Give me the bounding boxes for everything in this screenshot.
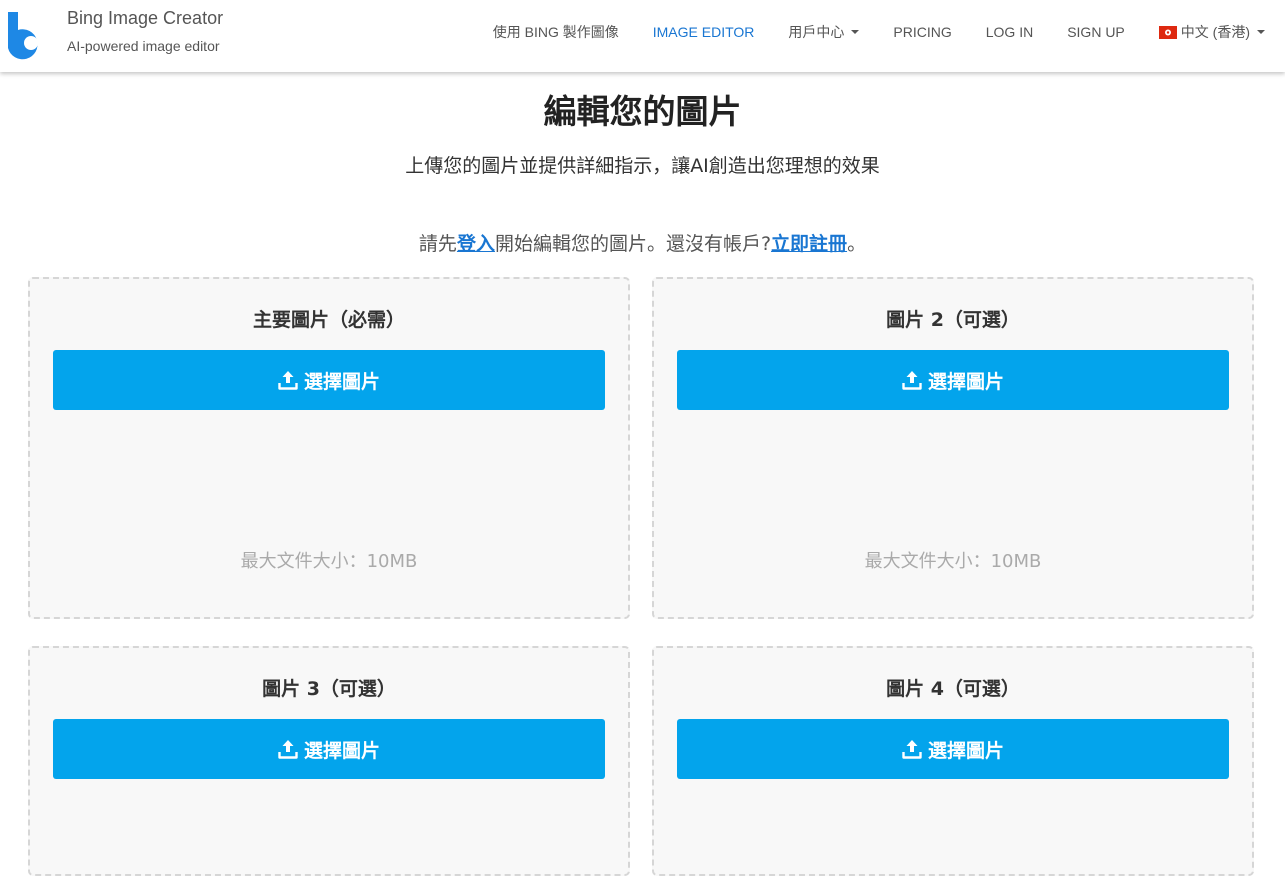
language-label: 中文 (香港) [1180,24,1250,40]
select-image-label: 選擇圖片 [927,370,1004,393]
caret-down-icon [1257,30,1265,34]
upload-card-3[interactable]: 圖片 3（可選） 選擇圖片 [28,646,630,876]
language-selector[interactable]: 中文 (香港) [1142,22,1285,42]
card-title: 圖片 4（可選） [886,678,1020,700]
upload-card-4[interactable]: 圖片 4（可選） 選擇圖片 [652,646,1254,876]
nav-create-with-bing[interactable]: 使用 BING 製作圖像 [476,22,636,42]
select-image-button[interactable]: 選擇圖片 [53,350,605,410]
brand-title: Bing Image Creator [67,8,224,28]
caret-down-icon [851,30,860,34]
top-navbar: Bing Image Creator AI-powered image edit… [0,0,1285,72]
select-image-button[interactable]: 選擇圖片 [677,350,1229,410]
upload-icon [902,371,922,390]
page-title: 編輯您的圖片 [543,92,742,131]
nav-image-editor[interactable]: IMAGE EDITOR [636,24,772,40]
nav-log-in[interactable]: LOG IN [969,24,1050,40]
nav-pricing[interactable]: PRICING [876,24,968,40]
nav-user-center-label: 用戶中心 [788,24,845,40]
login-prompt-prefix: 請先 [418,233,457,255]
login-prompt-middle: 開始編輯您的圖片。還沒有帳戶? [494,233,772,255]
page-subtitle: 上傳您的圖片並提供詳細指示，讓AI創造出您理想的效果 [405,155,880,177]
nav-user-center-dropdown[interactable]: 用戶中心 [771,22,876,42]
select-image-label: 選擇圖片 [303,739,380,762]
select-image-button[interactable]: 選擇圖片 [677,719,1229,779]
upload-icon [902,740,922,759]
upload-card-main[interactable]: 主要圖片（必需） 選擇圖片 最大文件大小：10MB [28,277,630,619]
card-title: 圖片 2（可選） [886,309,1020,331]
bing-logo-icon [8,12,38,60]
select-image-label: 選擇圖片 [927,739,1004,762]
upload-card-2[interactable]: 圖片 2（可選） 選擇圖片 最大文件大小：10MB [652,277,1254,619]
brand-subtitle: AI-powered image editor [67,38,220,54]
login-prompt-end: 。 [847,233,867,255]
login-prompt: 請先登入開始編輯您的圖片。還沒有帳戶?立即註冊。 [0,230,1285,258]
max-file-size-note: 最大文件大小：10MB [240,551,418,572]
brand[interactable]: Bing Image Creator AI-powered image edit… [6,8,223,64]
main-nav: 使用 BING 製作圖像 IMAGE EDITOR 用戶中心 PRICING L… [476,0,1285,64]
select-image-label: 選擇圖片 [303,370,380,393]
select-image-button[interactable]: 選擇圖片 [53,719,605,779]
brand-text: Bing Image Creator AI-powered image edit… [67,8,223,54]
login-link[interactable]: 登入 [457,233,495,255]
upload-icon [278,371,298,390]
card-title: 圖片 3（可選） [262,678,396,700]
card-title: 主要圖片（必需） [252,309,405,331]
nav-sign-up[interactable]: SIGN UP [1050,24,1142,40]
register-link[interactable]: 立即註冊 [771,233,847,255]
max-file-size-note: 最大文件大小：10MB [864,551,1042,572]
hong-kong-flag-icon [1158,25,1177,39]
upload-icon [278,740,298,759]
